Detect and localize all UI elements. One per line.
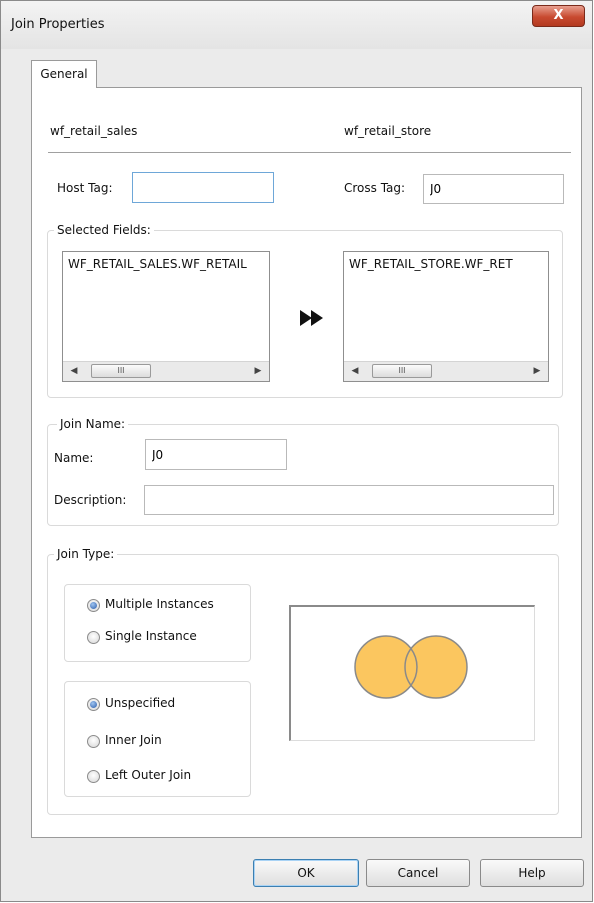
cross-tag-label: Cross Tag: <box>344 181 406 195</box>
cross-tag-input[interactable] <box>423 174 564 204</box>
help-button[interactable]: Help <box>480 859 584 887</box>
instance-options-box: Multiple Instances Single Instance <box>64 584 251 662</box>
host-fields-listbox[interactable]: WF_RETAIL_SALES.WF_RETAIL ◀ III ▶ <box>62 251 270 382</box>
multiple-instances-label[interactable]: Multiple Instances <box>105 597 214 611</box>
cross-fields-scrollbar[interactable]: ◀ III ▶ <box>344 361 548 381</box>
join-name-legend: Join Name: <box>57 417 129 431</box>
title-bar: Join Properties X <box>1 1 592 49</box>
tab-general[interactable]: General <box>31 60 97 88</box>
inner-join-radio[interactable] <box>87 735 100 748</box>
join-name-input[interactable] <box>145 439 287 470</box>
join-type-legend: Join Type: <box>54 547 118 561</box>
join-properties-dialog: Join Properties X General wf_retail_sale… <box>0 0 593 902</box>
cross-fields-listbox[interactable]: WF_RETAIL_STORE.WF_RET ◀ III ▶ <box>343 251 549 382</box>
left-outer-join-label[interactable]: Left Outer Join <box>105 768 191 782</box>
close-icon: X <box>553 8 564 23</box>
header-divider <box>48 152 571 153</box>
join-name-group: Join Name: Name: Description: <box>47 417 559 526</box>
venn-preview <box>289 605 535 741</box>
join-options-box: Unspecified Inner Join Left Outer Join <box>64 681 251 797</box>
window-title: Join Properties <box>11 17 105 32</box>
unspecified-label[interactable]: Unspecified <box>105 696 175 710</box>
single-instance-radio[interactable] <box>87 631 100 644</box>
ok-button[interactable]: OK <box>253 859 359 887</box>
cross-table-name: wf_retail_store <box>344 124 432 138</box>
close-button[interactable]: X <box>532 5 585 27</box>
description-input[interactable] <box>144 485 554 515</box>
grip-icon: III <box>398 366 406 375</box>
inner-join-label[interactable]: Inner Join <box>105 733 162 747</box>
name-label: Name: <box>54 451 94 465</box>
cancel-button[interactable]: Cancel <box>366 859 470 887</box>
venn-diagram <box>354 635 468 699</box>
venn-right-circle <box>404 635 468 699</box>
host-tag-input[interactable] <box>132 172 274 203</box>
list-item[interactable]: WF_RETAIL_SALES.WF_RETAIL <box>68 257 247 271</box>
scroll-right-icon[interactable]: ▶ <box>530 364 544 378</box>
scroll-thumb[interactable]: III <box>372 364 432 378</box>
host-tag-label: Host Tag: <box>57 181 113 195</box>
host-table-name: wf_retail_sales <box>50 124 138 138</box>
unspecified-radio[interactable] <box>87 698 100 711</box>
scroll-left-icon[interactable]: ◀ <box>67 364 81 378</box>
selected-fields-legend: Selected Fields: <box>54 223 154 237</box>
scroll-thumb[interactable]: III <box>91 364 151 378</box>
grip-icon: III <box>117 366 125 375</box>
description-label: Description: <box>54 493 127 507</box>
list-item[interactable]: WF_RETAIL_STORE.WF_RET <box>349 257 513 271</box>
double-arrow-right-icon[interactable] <box>298 308 332 328</box>
selected-fields-group: Selected Fields: WF_RETAIL_SALES.WF_RETA… <box>47 223 563 398</box>
host-fields-scrollbar[interactable]: ◀ III ▶ <box>63 361 269 381</box>
scroll-right-icon[interactable]: ▶ <box>251 364 265 378</box>
multiple-instances-radio[interactable] <box>87 599 100 612</box>
general-tab-panel: wf_retail_sales wf_retail_store Host Tag… <box>31 87 582 838</box>
single-instance-label[interactable]: Single Instance <box>105 629 197 643</box>
scroll-left-icon[interactable]: ◀ <box>348 364 362 378</box>
left-outer-join-radio[interactable] <box>87 770 100 783</box>
